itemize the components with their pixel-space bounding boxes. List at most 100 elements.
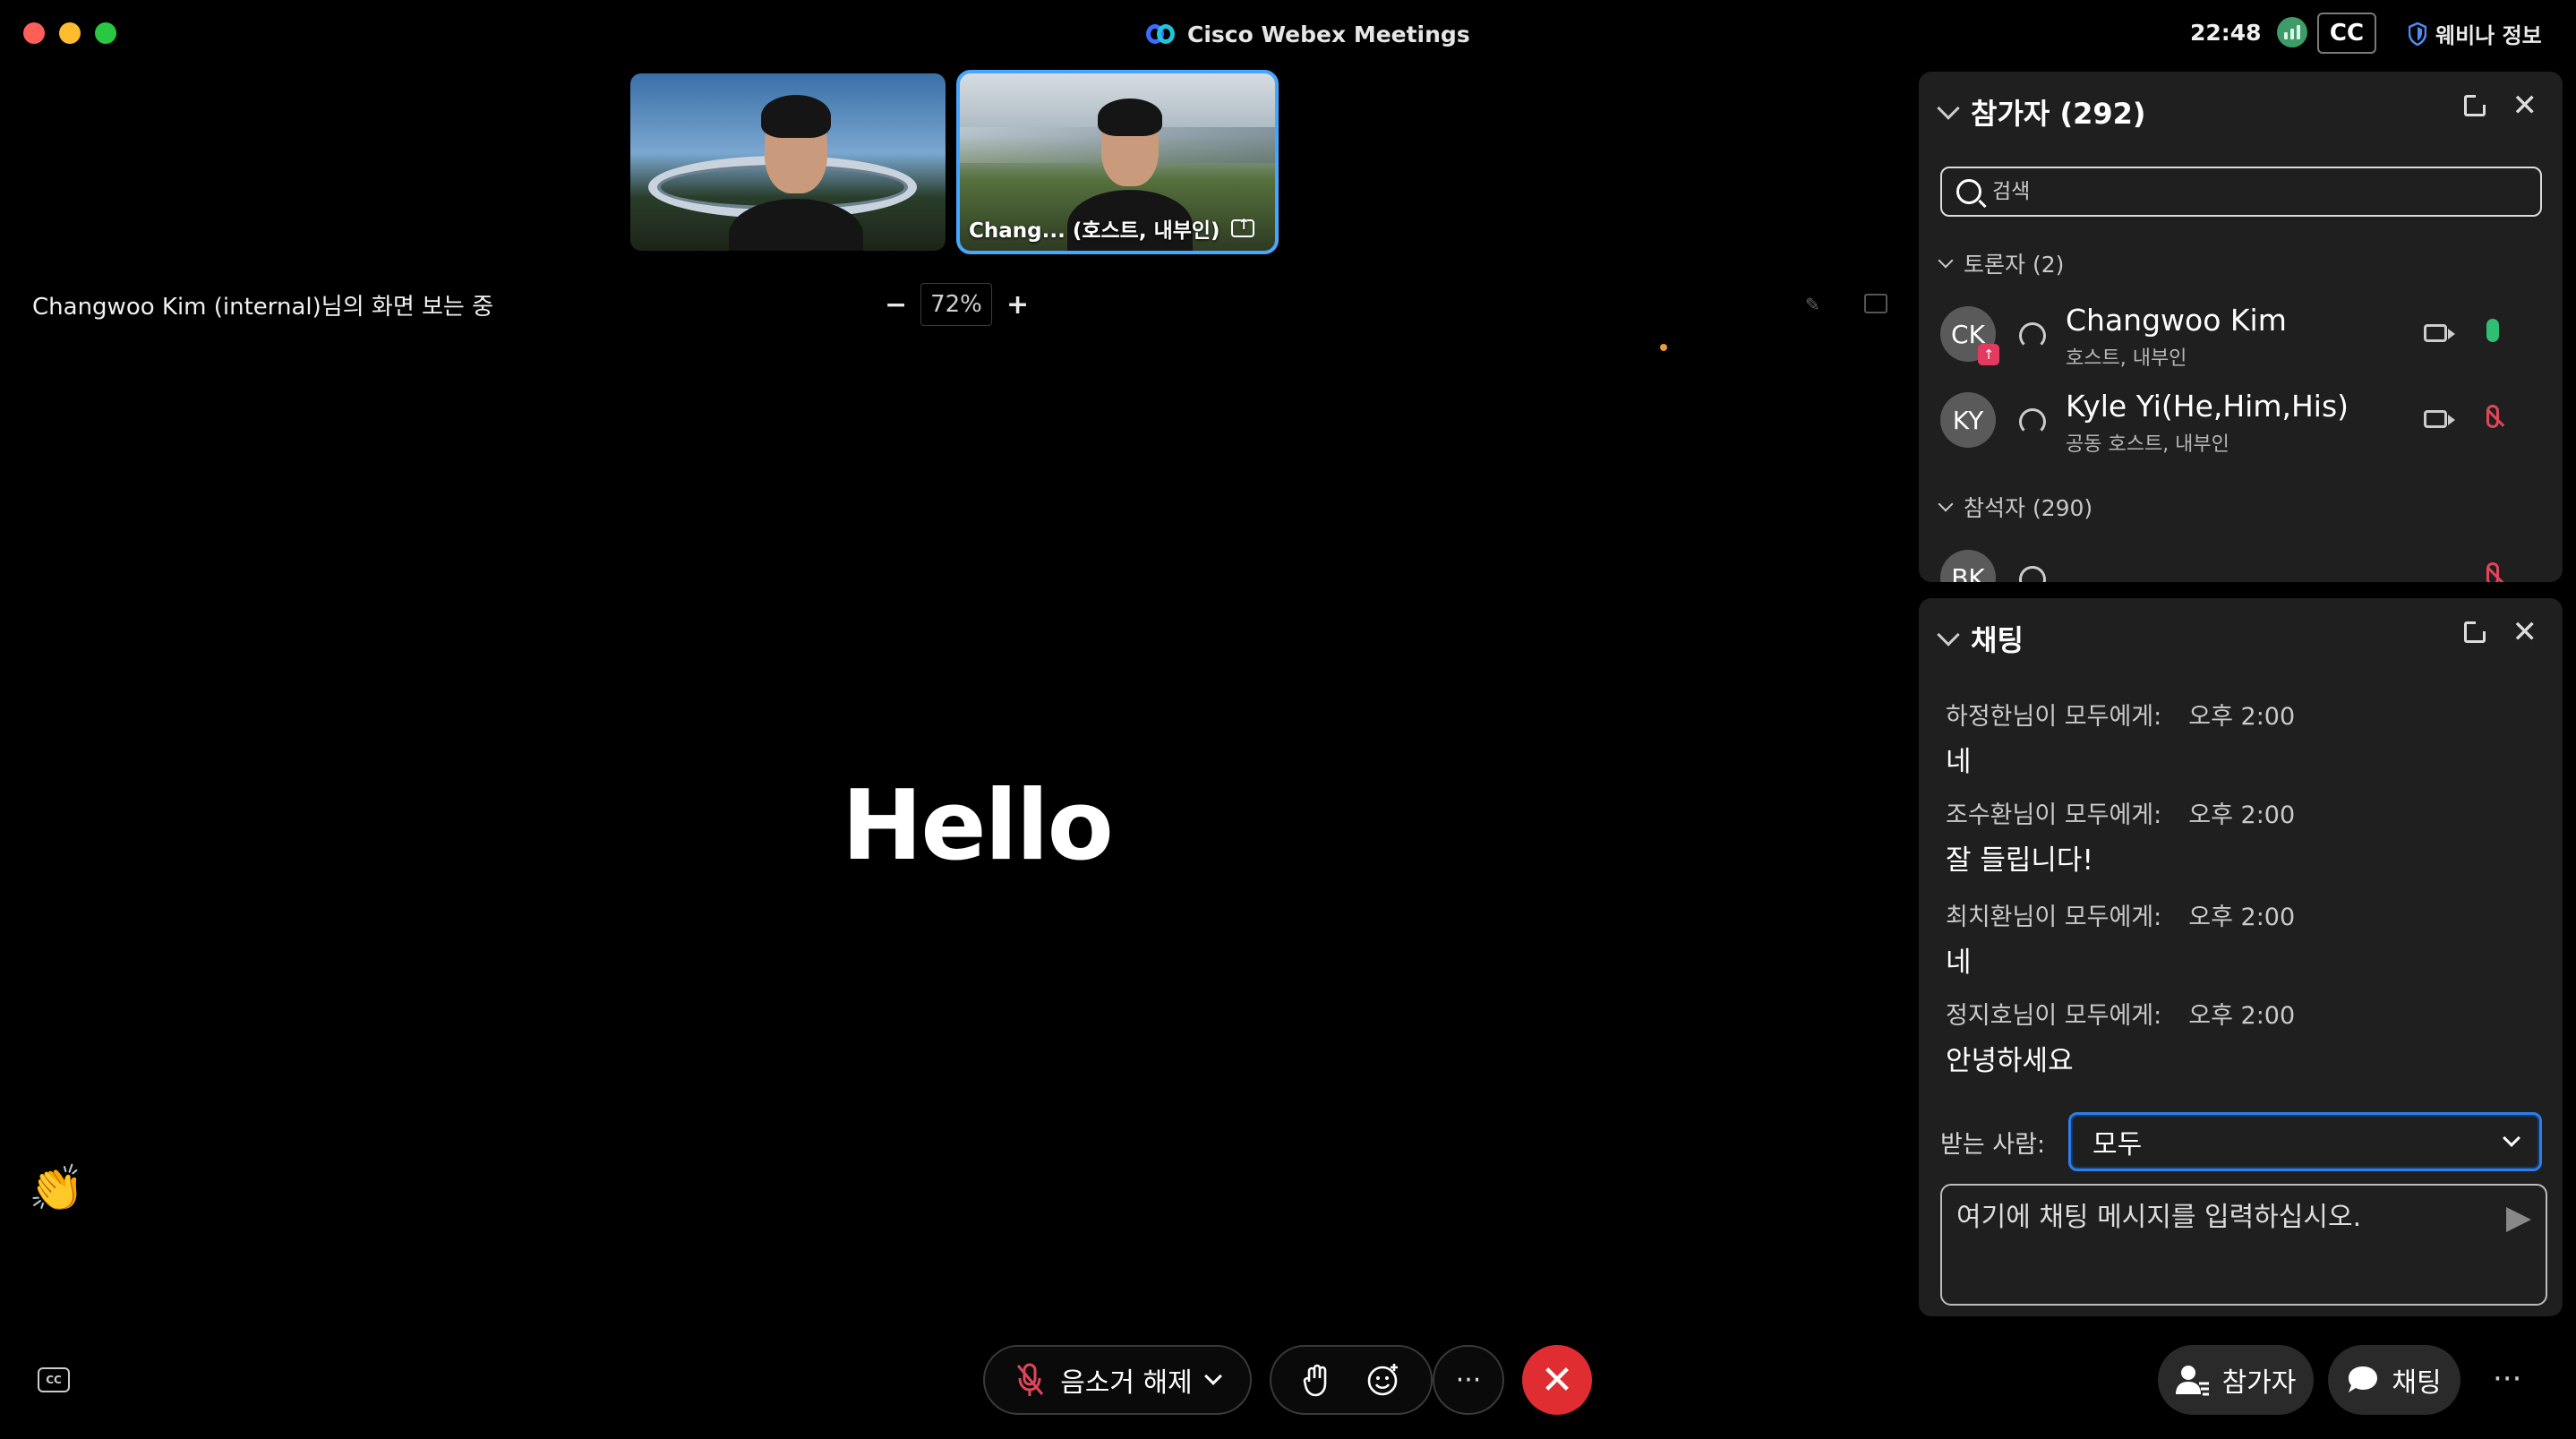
chat-text: 네 <box>1946 946 1972 979</box>
chat-time: 오후 2:00 <box>2188 1002 2296 1030</box>
zoom-level[interactable]: 72% <box>920 283 992 326</box>
chat-message: 정지호님이 모두에게: 오후 2:00 안녕하세요 <box>1946 996 2537 1078</box>
headset-icon <box>2019 322 2046 349</box>
chat-text: 네 <box>1946 746 1972 778</box>
pop-out-icon[interactable] <box>2463 92 2488 116</box>
unmute-button[interactable]: 음소거 해제 <box>983 1345 1252 1415</box>
camera-icon[interactable] <box>2424 324 2455 342</box>
chat-panel-title: 채팅 <box>1971 623 2024 657</box>
chevron-down-icon[interactable] <box>1203 1367 1222 1385</box>
chat-panel: 채팅 ✕ 하정한님이 모두에게: 오후 2:00 네 조수환님이 모두에게: 오후 … <box>1919 598 2563 1316</box>
maximize-window-button[interactable] <box>95 22 116 44</box>
participant-row[interactable]: BK <box>1940 543 2542 582</box>
search-input[interactable] <box>1992 180 2529 203</box>
chat-sender: 조수환님이 모두에게: <box>1946 801 2162 829</box>
cursor-dot <box>1660 344 1667 351</box>
chevron-down-icon <box>1938 253 1954 269</box>
participants-panel-header[interactable]: 참가자 (292) <box>1937 91 2146 133</box>
chat-panel-header[interactable]: 채팅 <box>1937 618 2024 659</box>
chat-time: 오후 2:00 <box>2188 904 2296 931</box>
chat-button-label: 채팅 <box>2392 1367 2442 1399</box>
send-icon[interactable] <box>2506 1207 2531 1232</box>
chat-text: 안녕하세요 <box>1946 1045 2074 1077</box>
chat-input-placeholder: 여기에 채팅 메시지를 입력하십시오. <box>1956 1202 2362 1233</box>
more-options-button[interactable]: ··· <box>1433 1345 1504 1415</box>
chat-button[interactable]: 채팅 <box>2328 1345 2460 1415</box>
annotate-icon[interactable]: ✎ <box>1805 294 1828 315</box>
participant-name: Kyle Yi(He,Him,His) <box>2066 389 2349 424</box>
participant-row[interactable]: CK ↑ Changwoo Kim 호스트, 내부인 <box>1940 299 2542 376</box>
avatar: KY <box>1940 392 1996 448</box>
webex-logo-icon <box>1146 22 1177 46</box>
mic-active-icon[interactable] <box>2486 319 2499 342</box>
raise-hand-icon[interactable] <box>1301 1362 1331 1398</box>
leave-meeting-button[interactable]: ✕ <box>1522 1345 1592 1415</box>
attendees-group-label: 참석자 (290) <box>1964 495 2093 521</box>
mic-muted-icon[interactable] <box>2486 562 2499 582</box>
chat-time: 오후 2:00 <box>2188 703 2296 731</box>
webinar-info-label: 웨비나 정보 <box>2435 23 2542 48</box>
recipient-label: 받는 사람: <box>1940 1130 2046 1159</box>
participants-button[interactable]: 참가자 <box>2158 1345 2314 1415</box>
chat-sender: 하정한님이 모두에게: <box>1946 703 2162 731</box>
participant-name: Changwoo Kim <box>2066 303 2287 338</box>
viewing-share-label: Changwoo Kim (internal)님의 화면 보는 중 <box>32 294 494 321</box>
close-window-button[interactable] <box>23 22 45 44</box>
participant-role: 공동 호스트, 내부인 <box>2066 433 2229 456</box>
close-icon[interactable]: ✕ <box>2512 90 2538 121</box>
collapse-chevron-icon[interactable] <box>1937 97 1960 120</box>
close-icon[interactable]: ✕ <box>2512 617 2538 647</box>
screen-options-icon[interactable] <box>1864 294 1887 313</box>
webinar-info-button[interactable]: 웨비나 정보 <box>2409 18 2542 49</box>
chevron-down-icon <box>1938 496 1954 512</box>
panelists-group-header[interactable]: 토론자 (2) <box>1938 247 2065 279</box>
participants-panel: 참가자 (292) ✕ 토론자 (2) CK ↑ Changwoo Kim 호스… <box>1919 72 2563 582</box>
zoom-control: − 72% + <box>885 283 1029 326</box>
recipient-row: 받는 사람: 모두 <box>1940 1112 2542 1171</box>
video-participant-name: Chang... (호스트, 내부인) <box>969 219 1220 243</box>
app-title: Cisco Webex Meetings <box>1146 18 1470 50</box>
video-thumbnail-1[interactable] <box>630 73 946 251</box>
title-bar: Cisco Webex Meetings 22:48 CC 웨비나 정보 <box>0 0 2576 66</box>
zoom-in-button[interactable]: + <box>1006 289 1029 321</box>
presenter-badge-icon: ↑ <box>1978 344 1999 365</box>
collapse-chevron-icon[interactable] <box>1937 623 1960 647</box>
screen-share-icon <box>1230 216 1254 237</box>
chat-message-input[interactable]: 여기에 채팅 메시지를 입력하십시오. <box>1940 1184 2547 1306</box>
captions-toggle-icon[interactable]: CC <box>38 1367 70 1392</box>
avatar-initials: KY <box>1952 405 1984 435</box>
headset-icon <box>2019 566 2046 582</box>
avatar-initials: BK <box>1951 562 1985 583</box>
bottom-more-button[interactable]: ··· <box>2493 1361 2521 1397</box>
video-thumbnail-label: Chang... (호스트, 내부인) <box>969 213 1266 244</box>
shared-content-text: Hello <box>842 770 1114 882</box>
chevron-down-icon <box>2503 1129 2520 1147</box>
video-thumbnail-2-active[interactable]: Chang... (호스트, 내부인) <box>956 70 1279 254</box>
chat-bubble-icon <box>2349 1366 2378 1392</box>
minimize-window-button[interactable] <box>59 22 81 44</box>
network-health-icon[interactable] <box>2277 17 2307 47</box>
reactions-group <box>1270 1345 1433 1415</box>
mic-muted-icon <box>1017 1363 1044 1396</box>
mic-muted-icon[interactable] <box>2486 405 2499 428</box>
recipient-value: 모두 <box>2092 1129 2143 1161</box>
emoji-reaction-icon[interactable] <box>1365 1362 1401 1398</box>
unmute-label: 음소거 해제 <box>1060 1367 1193 1399</box>
clap-reaction-icon: 👏 <box>29 1162 85 1214</box>
participant-search[interactable] <box>1940 167 2542 217</box>
chat-time: 오후 2:00 <box>2188 801 2296 829</box>
avatar: CK ↑ <box>1940 306 1999 365</box>
pop-out-icon[interactable] <box>2463 619 2488 643</box>
zoom-out-button[interactable]: − <box>885 289 907 321</box>
chat-message: 조수환님이 모두에게: 오후 2:00 잘 들립니다! <box>1946 795 2537 878</box>
recipient-select[interactable]: 모두 <box>2068 1112 2542 1171</box>
shield-icon <box>2409 21 2426 46</box>
chat-message: 하정한님이 모두에게: 오후 2:00 네 <box>1946 697 2537 779</box>
panelists-group-label: 토론자 (2) <box>1964 252 2065 278</box>
chat-text: 잘 들립니다! <box>1946 844 2093 877</box>
participant-row[interactable]: KY Kyle Yi(He,Him,His) 공동 호스트, 내부인 <box>1940 385 2542 462</box>
chat-message: 최치환님이 모두에게: 오후 2:00 네 <box>1946 897 2537 980</box>
closed-captions-button[interactable]: CC <box>2317 13 2376 54</box>
attendees-group-header[interactable]: 참석자 (290) <box>1938 491 2093 523</box>
camera-icon[interactable] <box>2424 410 2455 428</box>
